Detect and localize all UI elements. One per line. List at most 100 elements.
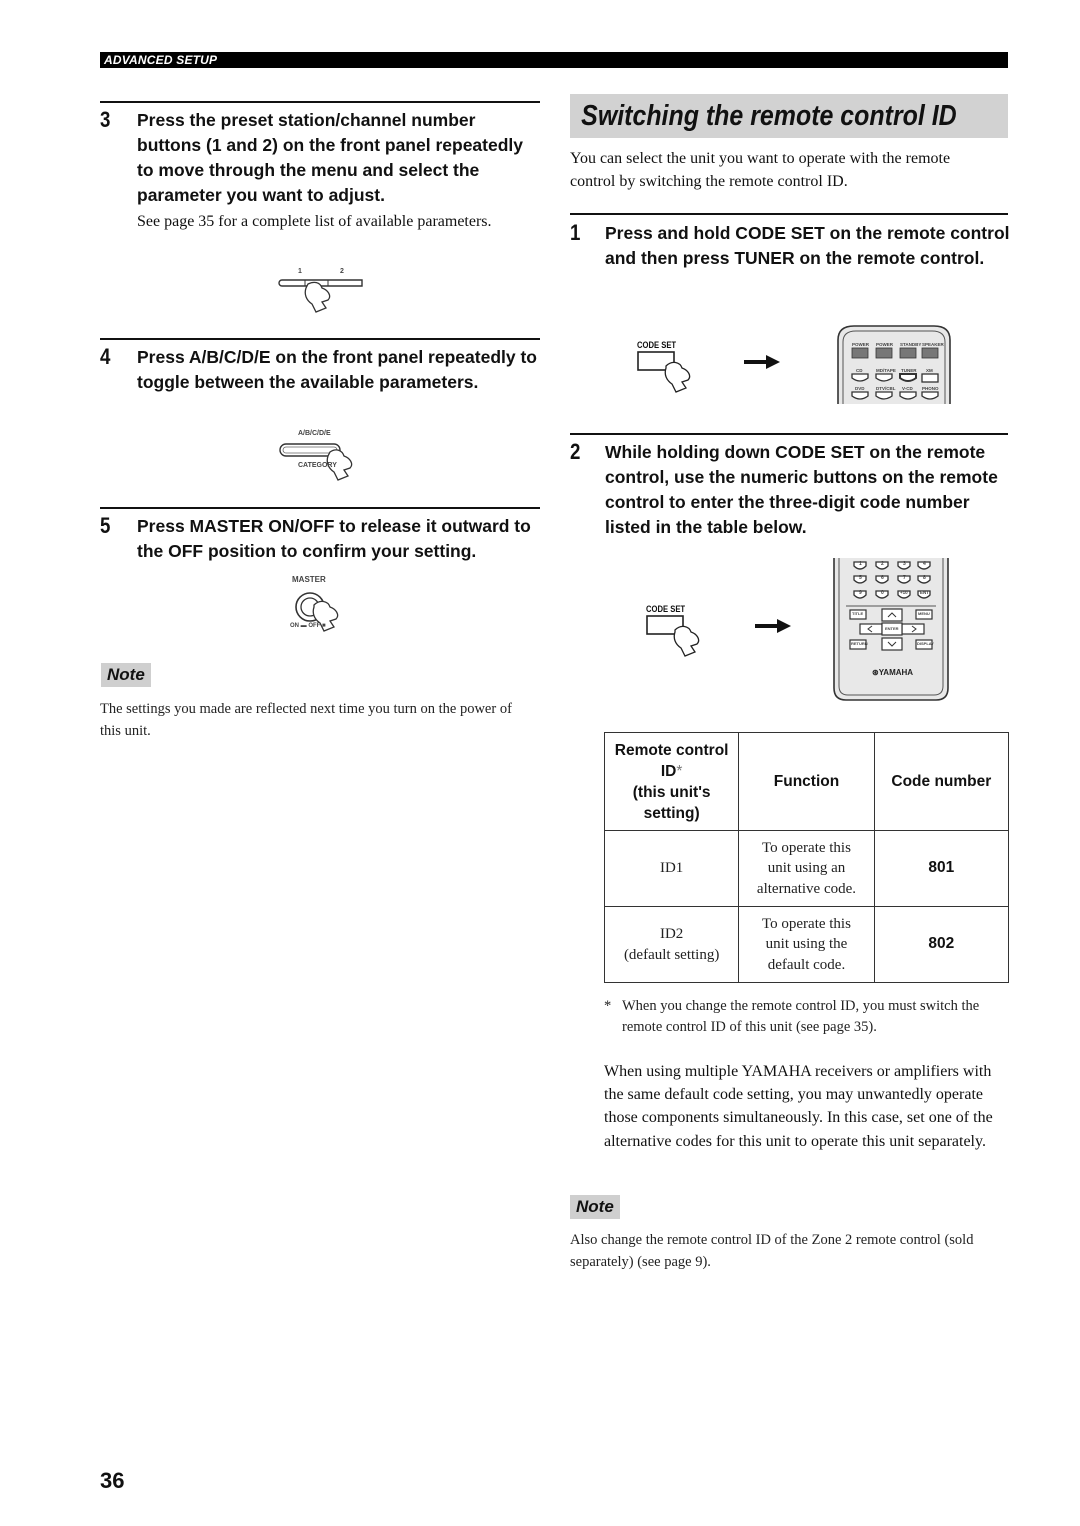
off-label: OFF <box>308 623 321 629</box>
remote-key-1: 1 <box>859 561 862 567</box>
cell-code: 801 <box>873 830 1010 907</box>
remote-key-title: TITLE <box>852 611 864 616</box>
remote-key-0: 0 <box>881 590 884 596</box>
id-note: (default setting) <box>623 946 720 963</box>
header-function: Function <box>738 732 875 831</box>
right-note-badge: Note <box>570 1195 620 1219</box>
abcde-label: A/B/C/D/E <box>298 430 331 437</box>
right-note-text: Also change the remote control ID of the… <box>570 1232 974 1270</box>
codeset-label-1: CODE SET <box>637 340 677 350</box>
step2-number: 2 <box>570 439 581 464</box>
remote-key-ent: ENT <box>920 590 929 595</box>
arrow-right-icon-1 <box>744 355 780 369</box>
table-row: ID1 To operate this unit using an altern… <box>603 830 1010 907</box>
preset-buttons-press-icon <box>278 279 363 313</box>
remote-label-tuner: TUNER <box>901 368 917 373</box>
remote-key-plus10: +10 <box>900 590 908 595</box>
codeset-label-2: CODE SET <box>646 604 686 614</box>
remote-key-enter: ENTER <box>885 626 899 631</box>
header-code-number: Code number <box>873 732 1010 831</box>
arrow-right-icon-2 <box>755 619 791 633</box>
cell-id: ID2 (default setting) <box>603 906 740 983</box>
step2-divider <box>570 433 1008 435</box>
header-remote-id-text: Remote control ID <box>614 741 729 780</box>
step3-divider <box>100 101 540 103</box>
codeset-press-icon <box>637 351 691 393</box>
step5-number: 5 <box>100 513 111 538</box>
remote-label-dtvcbl: DTV/CBL <box>876 386 896 391</box>
master-switch-illustration: MASTER ON ▬ OFF ■ <box>288 575 358 635</box>
remote-bottom-illustration: 1 2 3 4 5 6 7 8 9 0 +10 ENT TITLE MENU E… <box>832 558 952 703</box>
footnote-marker: * <box>604 998 612 1014</box>
remote-key-2: 2 <box>881 561 884 567</box>
intro-text: You can select the unit you want to oper… <box>570 150 951 190</box>
remote-key-4: 4 <box>923 561 926 567</box>
page-number: 36 <box>100 1468 125 1493</box>
step2-title: While holding down CODE SET on the remot… <box>605 442 998 537</box>
left-note-badge: Note <box>101 663 151 687</box>
table-row: ID2 (default setting) To operate this uni… <box>603 906 1010 983</box>
on-label: ON <box>290 623 299 629</box>
step3-body: See page 35 for a complete list of avail… <box>137 213 492 230</box>
remote-label-power-av: POWER <box>876 342 894 347</box>
yamaha-logo: ⊛YAMAHA <box>872 668 913 677</box>
step4-title: Press A/B/C/D/E on the front panel repea… <box>137 347 537 392</box>
cell-id: ID1 <box>603 830 740 907</box>
left-note-text: The settings you made are reflected next… <box>100 701 512 739</box>
section-title: Switching the remote control ID <box>581 100 957 132</box>
step3-title: Press the preset station/channel number … <box>137 110 523 205</box>
cell-function: To operate this unit using the default c… <box>738 906 875 983</box>
step1-title: Press and hold CODE SET on the remote co… <box>605 223 1010 268</box>
remote-label-vcd: V-CD <box>902 386 913 391</box>
header-remote-id-suffix: (this unit's setting) <box>632 783 711 822</box>
cell-code: 802 <box>873 906 1010 983</box>
category-button-illustration: A/B/C/D/E CATEGORY <box>278 430 368 490</box>
step1-number: 1 <box>570 220 581 245</box>
preset-1-label: 1 <box>298 268 302 275</box>
category-label: CATEGORY <box>298 462 337 469</box>
on-off-labels: ON ▬ OFF ■ <box>290 623 326 629</box>
section-header: ADVANCED SETUP <box>100 52 1008 68</box>
remote-label-mdtape: MD/TAPE <box>876 368 896 373</box>
cell-function: To operate this unit using an alternativ… <box>738 830 875 907</box>
remote-label-phono: PHONO <box>922 386 939 391</box>
step5-title: Press MASTER ON/OFF to release it outwar… <box>137 516 531 561</box>
remote-id-table: Remote control ID* (this unit's setting)… <box>603 732 1010 983</box>
codeset-press-illustration-1 <box>636 350 706 395</box>
remote-key-7: 7 <box>903 575 906 581</box>
remote-label-standby: STANDBY <box>900 342 922 347</box>
remote-label-cd: CD <box>856 368 863 373</box>
preset-2-label: 2 <box>340 268 344 275</box>
id-value: ID2 <box>659 926 684 942</box>
remote-key-display: DISPLAY <box>917 641 934 646</box>
header-asterisk: * <box>676 762 683 780</box>
remote-control-top-icon <box>837 325 951 404</box>
codeset-press-icon <box>646 615 700 657</box>
remote-top-illustration: POWER POWER STANDBY SPEAKER CD MD/TAPE T… <box>836 324 952 404</box>
remote-key-return: RETURN <box>851 641 868 646</box>
step3-number: 3 <box>100 107 111 132</box>
remote-key-6: 6 <box>881 575 884 581</box>
remote-key-menu: MENU <box>918 611 930 616</box>
yamaha-brand-text: YAMAHA <box>878 668 914 677</box>
preset-buttons-illustration: 1 2 <box>270 268 370 316</box>
remote-key-5: 5 <box>859 575 862 581</box>
step5-divider <box>100 507 540 509</box>
remote-label-power-tv: POWER <box>852 342 870 347</box>
step4-number: 4 <box>100 344 111 369</box>
remote-key-3: 3 <box>903 561 906 567</box>
step4-divider <box>100 338 540 340</box>
remote-key-9: 9 <box>859 590 862 596</box>
yamaha-emblem-icon: ⊛ <box>872 668 879 677</box>
remote-label-xm: XM <box>926 368 933 373</box>
remote-label-speaker: SPEAKER <box>922 342 944 347</box>
id-value: ID1 <box>659 860 684 877</box>
multiple-receivers-paragraph: When using multiple YAMAHA receivers or … <box>604 1063 993 1150</box>
remote-label-dvd: DVD <box>855 386 865 391</box>
master-label: MASTER <box>292 575 326 584</box>
remote-key-8: 8 <box>923 575 926 581</box>
step1-divider <box>570 213 1008 215</box>
codeset-press-illustration-2 <box>645 614 715 659</box>
header-remote-id: Remote control ID* (this unit's setting) <box>603 732 740 831</box>
section-title-band: Switching the remote control ID <box>570 94 1008 138</box>
